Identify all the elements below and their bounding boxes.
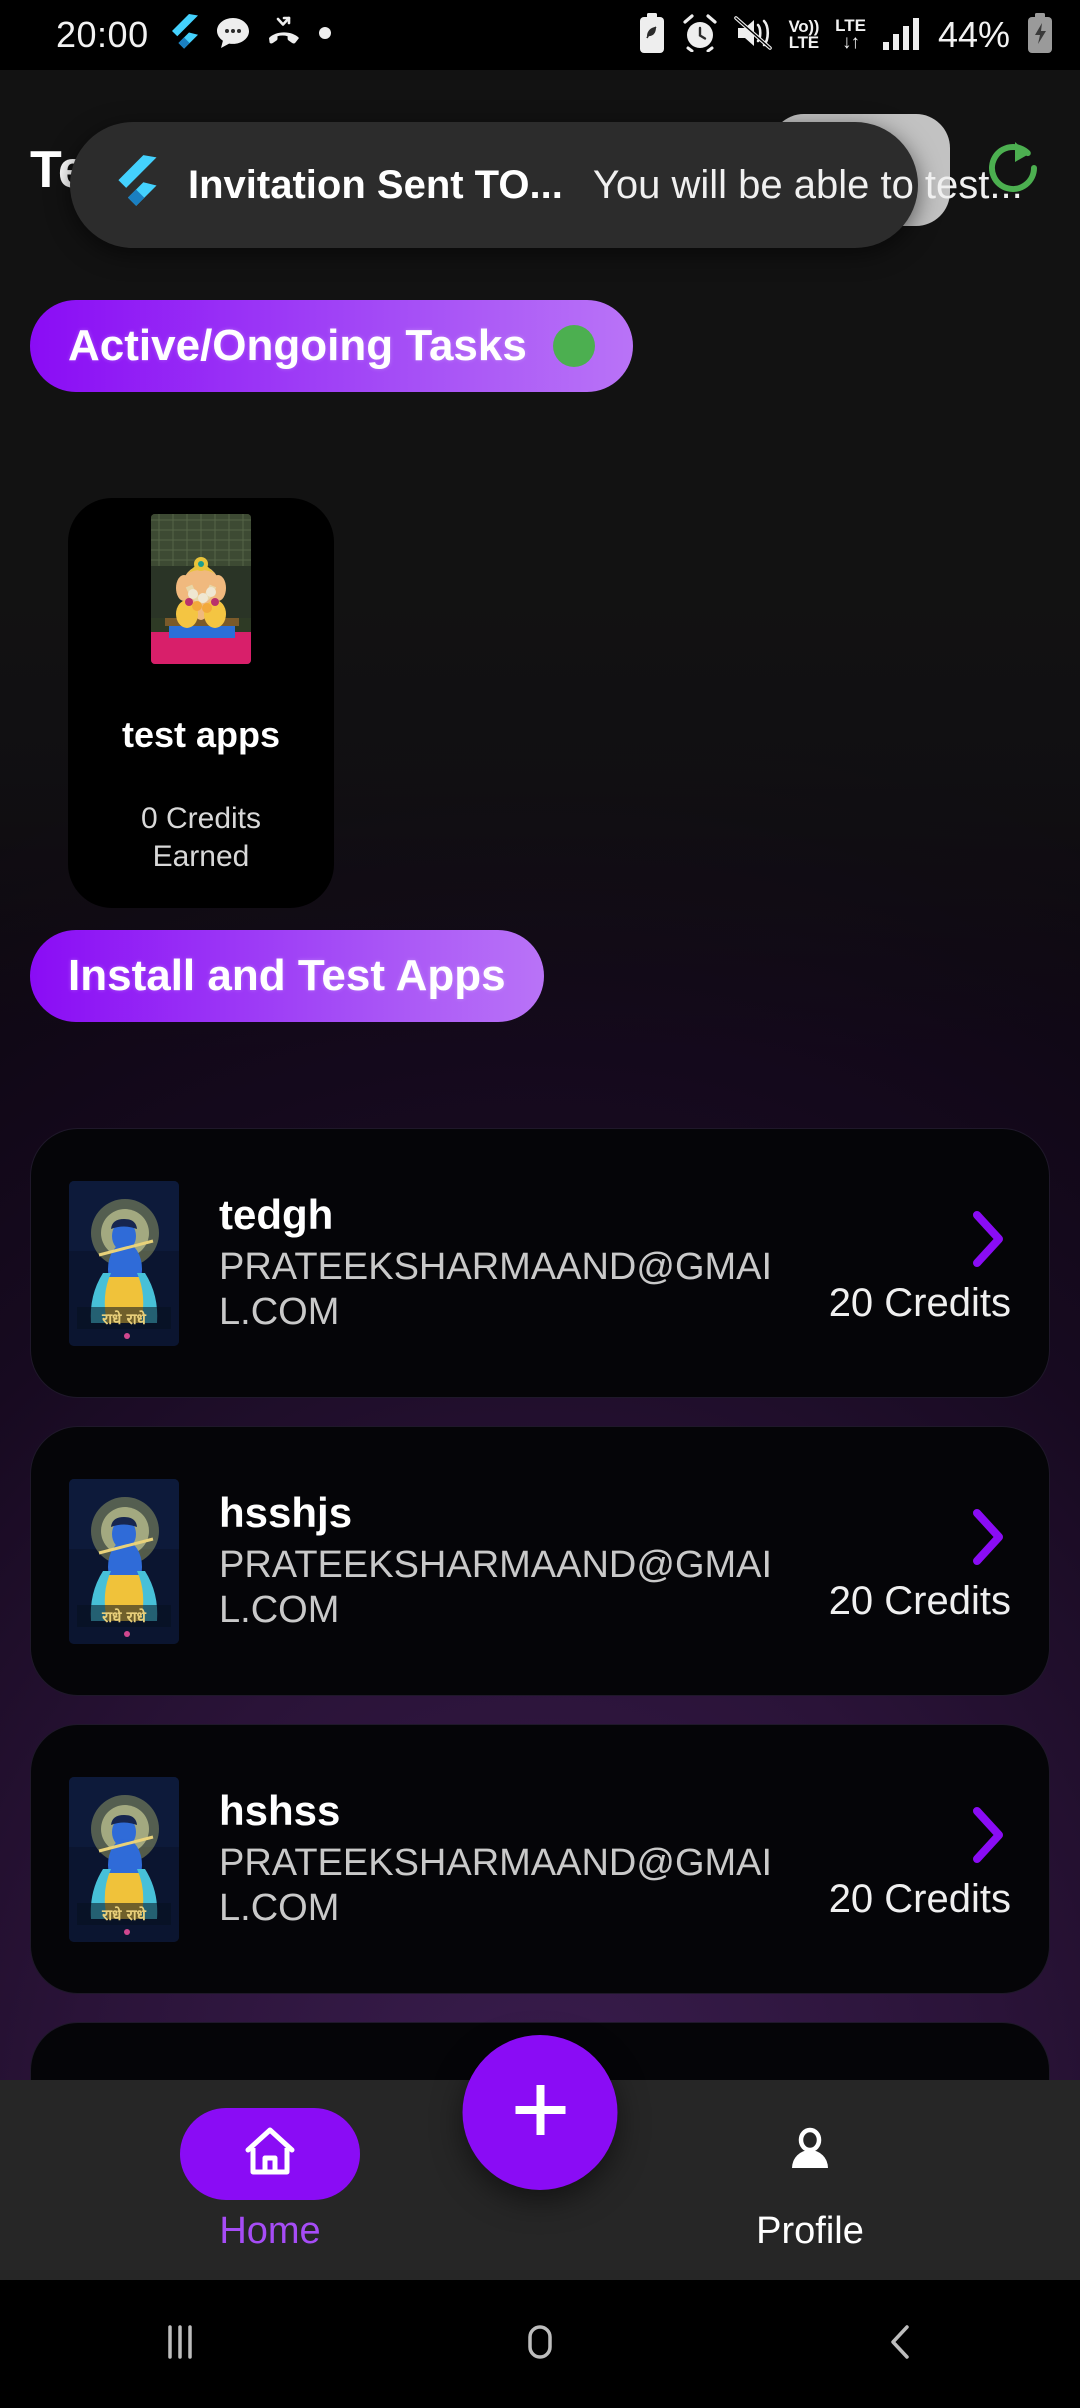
nav-item-profile-label: Profile — [756, 2209, 864, 2252]
signal-bars-icon — [882, 16, 920, 55]
app-list-item-credits: 20 Credits — [828, 1877, 1011, 1921]
active-task-credits-line2: Earned — [152, 839, 250, 873]
app-list-item[interactable]: राधे राधे hshss PRATEEKSHARMAAND@GMAIL.C… — [30, 1724, 1050, 1994]
flutter-icon — [114, 154, 158, 216]
recents-icon — [155, 2317, 205, 2372]
active-task-name: test apps — [121, 714, 281, 755]
nav-home-pill — [180, 2107, 360, 2200]
home-icon — [243, 2124, 297, 2183]
battery-charging-icon — [1026, 12, 1054, 58]
alarm-icon — [682, 13, 718, 57]
volte-icon: Vo)) LTE — [788, 16, 820, 52]
nav-item-home-label: Home — [219, 2209, 321, 2252]
krishna-thumbnail: राधे राधे — [69, 1180, 179, 1346]
app-list-item[interactable]: राधे राधे tedgh PRATEEKSHARMAAND@GMAIL.C… — [30, 1128, 1050, 1398]
status-bar-notification-icons — [169, 13, 332, 57]
section-chip-install-test-apps-label: Install and Test Apps — [68, 951, 506, 1000]
krishna-thumbnail: राधे राधे — [69, 1478, 179, 1644]
lte-data-icon: LTE ↓↑ — [835, 15, 866, 54]
nav-item-home[interactable]: Home — [0, 2107, 540, 2253]
app-list-item-credits: 20 Credits — [828, 1579, 1011, 1623]
flutter-icon — [169, 13, 199, 57]
app-list-item-name: tedgh — [219, 1191, 334, 1239]
app-list-item-name: hshss — [219, 1787, 341, 1835]
section-chip-install-test-apps[interactable]: Install and Test Apps — [30, 930, 544, 1022]
nav-profile-icon-wrap — [720, 2108, 900, 2200]
app-list-item-email: PRATEEKSHARMAAND@GMAIL.COM — [219, 1842, 773, 1930]
message-bubble-icon — [216, 17, 250, 54]
back-icon — [875, 2317, 925, 2372]
svg-text:राधे राधे: राधे राधे — [101, 1310, 146, 1328]
krishna-thumbnail: राधे राधे — [69, 1776, 179, 1942]
app-list-item-email: PRATEEKSHARMAAND@GMAIL.COM — [219, 1544, 773, 1632]
active-task-credits-line1: 0 Credits — [140, 802, 262, 835]
active-task-card[interactable]: test apps 0 Credits Earned — [68, 498, 334, 908]
chevron-right-icon[interactable] — [971, 1509, 1005, 1570]
mute-icon — [734, 15, 773, 55]
toast-body: You will be able to test... — [592, 162, 1023, 207]
person-icon — [783, 2124, 837, 2183]
svg-text:राधे राधे: राधे राधे — [101, 1608, 146, 1626]
system-back-button[interactable] — [720, 2317, 1080, 2372]
toast-notification[interactable]: Invitation Sent TO... You will be able t… — [70, 122, 1023, 248]
section-chip-active-tasks[interactable]: Active/Ongoing Tasks — [30, 300, 633, 392]
missed-call-icon — [267, 16, 301, 55]
toast-title: Invitation Sent TO... — [188, 162, 563, 207]
app-list-item-credits: 20 Credits — [828, 1281, 1011, 1325]
status-dot-icon — [552, 325, 595, 367]
app-list-item-name: hsshjs — [219, 1489, 353, 1537]
section-chip-active-tasks-label: Active/Ongoing Tasks — [68, 321, 527, 370]
battery-saver-icon — [638, 12, 666, 58]
add-button[interactable] — [462, 2035, 618, 2190]
system-recents-button[interactable] — [0, 2317, 360, 2372]
home-circle-icon — [515, 2317, 565, 2372]
app-list-item-email: PRATEEKSHARMAAND@GMAIL.COM — [219, 1246, 773, 1334]
battery-percent-label: 44% — [937, 14, 1010, 55]
ganesha-idol-thumbnail — [151, 514, 251, 664]
svg-text:राधे राधे: राधे राधे — [101, 1906, 146, 1924]
chevron-right-icon[interactable] — [971, 1211, 1005, 1272]
status-bar: 20:00 Vo)) LTE LTE ↓↑ 44% — [0, 0, 1080, 70]
system-navigation-bar — [0, 2280, 1080, 2408]
app-list: राधे राधे tedgh PRATEEKSHARMAAND@GMAIL.C… — [0, 1128, 1080, 2142]
status-bar-clock: 20:00 — [56, 14, 149, 55]
active-task-credits: 0 Credits Earned — [141, 800, 261, 875]
app-screen: Test Invitation Sent TO... You will be a… — [0, 70, 1080, 2160]
app-list-item[interactable]: राधे राधे hsshjs PRATEEKSHARMAAND@GMAIL.… — [30, 1426, 1050, 1696]
chevron-right-icon[interactable] — [971, 1807, 1005, 1868]
system-home-button[interactable] — [360, 2317, 720, 2372]
plus-icon — [505, 2075, 575, 2150]
nav-item-profile[interactable]: Profile — [540, 2108, 1080, 2253]
dot-icon — [318, 26, 332, 45]
status-bar-system-icons: Vo)) LTE LTE ↓↑ 44% — [638, 12, 1054, 58]
